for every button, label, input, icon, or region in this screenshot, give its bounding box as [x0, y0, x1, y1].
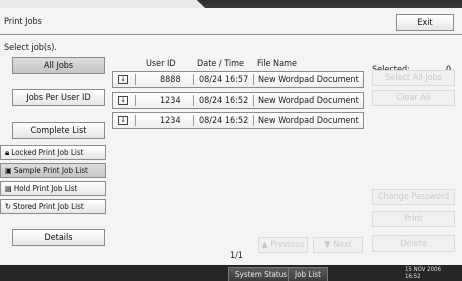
job-user-id: 1234	[160, 116, 181, 126]
date-time-display: 15 NOV 2006 16:52	[405, 266, 441, 280]
job-file-name: New Wordpad Document	[258, 96, 359, 106]
stored-print-job-list-label: Stored Print Job List	[13, 202, 84, 211]
column-divider	[193, 74, 194, 85]
job-file-name: New Wordpad Document	[258, 75, 359, 85]
lock-icon: 🔒︎	[5, 147, 10, 157]
job-row[interactable]: ↓ 1234 08/24 16:52 New Wordpad Document	[112, 112, 364, 129]
jobs-per-user-id-button[interactable]: Jobs Per User ID	[12, 89, 105, 106]
job-datetime: 08/24 16:52	[199, 96, 249, 106]
print-button[interactable]: Print	[372, 211, 455, 227]
sample-print-job-list-button[interactable]: ▣ Sample Print Job List	[0, 163, 106, 178]
column-header-date-time: Date / Time	[197, 59, 245, 69]
column-divider	[135, 74, 136, 85]
title-bar: Print Jobs Exit	[0, 8, 462, 35]
details-button[interactable]: Details	[12, 229, 105, 246]
sample-print-job-list-label: Sample Print Job List	[13, 166, 88, 175]
job-file-name: New Wordpad Document	[258, 116, 359, 126]
clear-all-button[interactable]: Clear All	[372, 90, 455, 106]
job-user-id: 1234	[160, 96, 181, 106]
select-all-jobs-button[interactable]: Select All Jobs	[372, 70, 455, 86]
column-divider	[253, 115, 254, 126]
system-status-button[interactable]: System Status	[228, 267, 295, 281]
job-row[interactable]: ↓ 1234 08/24 16:52 New Wordpad Document	[112, 92, 364, 109]
all-jobs-button[interactable]: All Jobs	[12, 57, 105, 74]
print-job-icon: ↓	[118, 96, 128, 105]
stored-print-job-list-button[interactable]: ↻ Stored Print Job List	[0, 199, 106, 214]
title-tab	[0, 0, 205, 8]
hold-print-job-list-button[interactable]: ▤ Hold Print Job List	[0, 181, 106, 196]
status-bar: System Status Job List 15 NOV 2006 16:52	[0, 265, 462, 281]
column-divider	[135, 95, 136, 106]
exit-button[interactable]: Exit	[396, 14, 454, 31]
top-bar	[0, 0, 462, 8]
sample-print-icon: ▣	[5, 166, 12, 175]
column-divider	[253, 74, 254, 85]
job-list-button[interactable]: Job List	[288, 267, 328, 281]
column-divider	[253, 95, 254, 106]
current-date: 15 NOV 2006	[405, 266, 441, 273]
print-job-icon: ↓	[118, 116, 128, 125]
column-divider	[135, 115, 136, 126]
next-page-button[interactable]: ▼ Next	[313, 237, 363, 253]
locked-print-job-list-label: Locked Print Job List	[11, 148, 84, 157]
print-job-icon: ↓	[118, 75, 128, 84]
window-title: Print Jobs	[4, 17, 42, 27]
job-user-id: 8888	[160, 75, 181, 85]
job-row[interactable]: ↓ 8888 08/24 16:57 New Wordpad Document	[112, 71, 364, 88]
column-header-user-id: User ID	[146, 59, 176, 69]
column-header-file-name: File Name	[257, 59, 297, 69]
current-time: 16:52	[405, 273, 421, 280]
select-prompt: Select job(s).	[4, 43, 58, 53]
locked-print-job-list-button[interactable]: 🔒︎ Locked Print Job List	[0, 145, 106, 160]
job-datetime: 08/24 16:52	[199, 116, 249, 126]
previous-page-button[interactable]: ▲ Previous	[258, 237, 308, 253]
page-indicator: 1/1	[230, 251, 244, 261]
hold-print-job-list-label: Hold Print Job List	[13, 184, 78, 193]
complete-list-button[interactable]: Complete List	[12, 122, 105, 139]
stored-print-icon: ↻	[5, 202, 12, 211]
job-datetime: 08/24 16:57	[199, 75, 249, 85]
print-jobs-panel: Print Jobs Exit Select job(s). All Jobs …	[0, 8, 462, 265]
column-divider	[193, 115, 194, 126]
hold-print-icon: ▤	[5, 184, 12, 193]
change-password-button[interactable]: Change Password	[372, 189, 455, 205]
column-divider	[193, 95, 194, 106]
delete-button[interactable]: Delete	[372, 235, 455, 252]
